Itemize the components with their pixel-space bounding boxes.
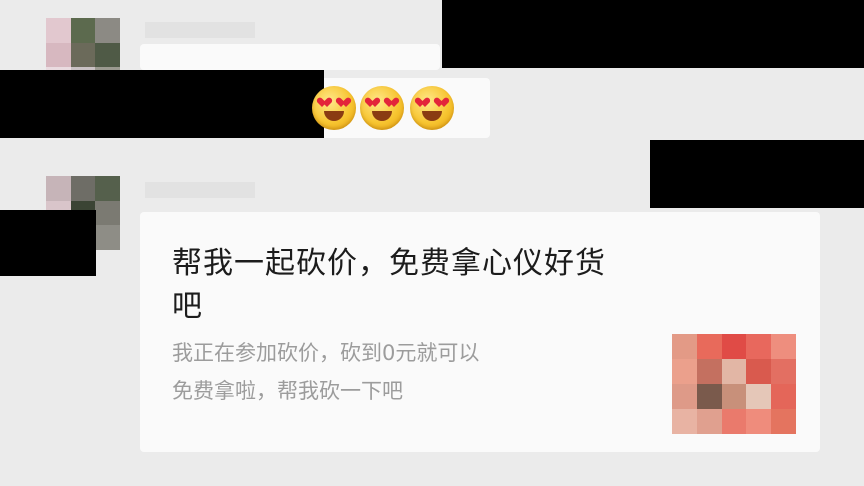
- redaction-bar: [650, 140, 864, 208]
- card-desc-line: 我正在参加砍价，砍到0元就可以: [172, 341, 480, 365]
- card-desc-line: 免费拿啦，帮我砍一下吧: [172, 379, 403, 403]
- heart-eyes-emoji: [312, 86, 356, 130]
- redaction-bar: [0, 210, 96, 276]
- card-description: 我正在参加砍价，砍到0元就可以 免费拿啦，帮我砍一下吧: [172, 334, 652, 410]
- card-title-line: 帮我一起砍价，免费拿心仪好货: [172, 246, 606, 281]
- card-title-line: 吧: [172, 289, 203, 324]
- heart-eyes-emoji: [360, 86, 404, 130]
- message-bubble[interactable]: [140, 44, 440, 70]
- link-card[interactable]: 帮我一起砍价，免费拿心仪好货 吧 我正在参加砍价，砍到0元就可以 免费拿啦，帮我…: [140, 212, 820, 452]
- card-title: 帮我一起砍价，免费拿心仪好货 吧: [172, 242, 792, 328]
- sender-name-redacted: [145, 182, 255, 198]
- redaction-bar: [0, 70, 324, 138]
- product-thumbnail-icon: [672, 334, 796, 434]
- sender-name-redacted: [145, 22, 255, 38]
- redaction-bar: [442, 0, 864, 68]
- heart-eyes-emoji: [410, 86, 454, 130]
